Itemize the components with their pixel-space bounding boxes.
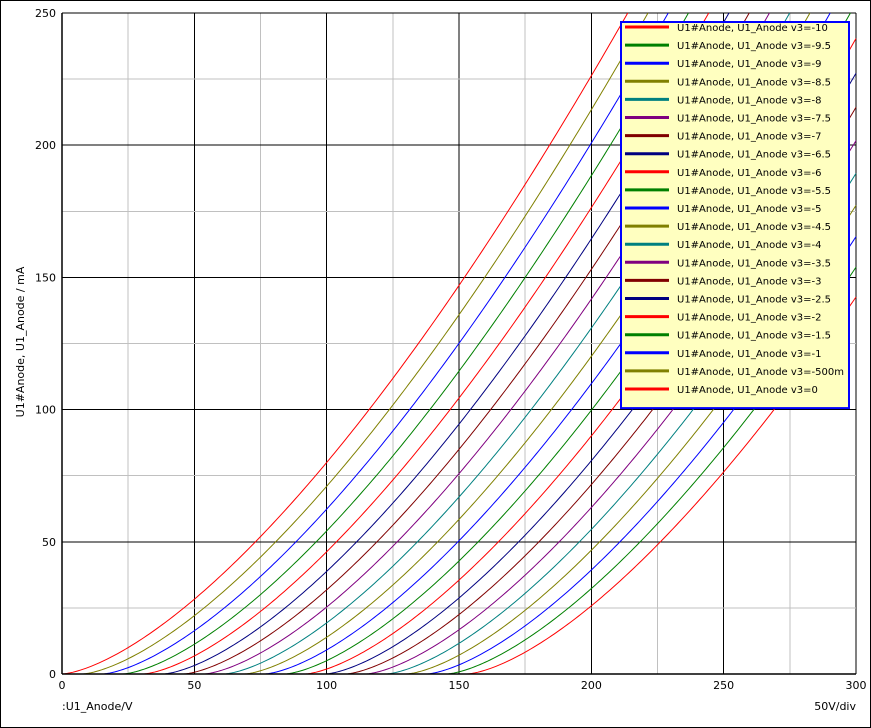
x-scale-note: 50V/div bbox=[814, 700, 856, 713]
legend-entry-4: U1#Anode, U1_Anode v3=-8 bbox=[677, 95, 822, 106]
y-axis-label: U1#Anode, U1_Anode / mA bbox=[14, 266, 27, 417]
y-tick-label: 50 bbox=[42, 536, 56, 549]
legend-entry-0: U1#Anode, U1_Anode v3=-10 bbox=[677, 23, 828, 34]
legend-entry-9: U1#Anode, U1_Anode v3=-5.5 bbox=[677, 186, 831, 197]
y-tick-label: 250 bbox=[35, 7, 56, 20]
legend-entry-12: U1#Anode, U1_Anode v3=-4 bbox=[677, 240, 822, 251]
legend-entry-10: U1#Anode, U1_Anode v3=-5 bbox=[677, 204, 822, 215]
legend-entry-15: U1#Anode, U1_Anode v3=-2.5 bbox=[677, 295, 831, 306]
legend-entry-5: U1#Anode, U1_Anode v3=-7.5 bbox=[677, 114, 831, 125]
legend-entry-16: U1#Anode, U1_Anode v3=-2 bbox=[677, 313, 822, 324]
legend-entry-3: U1#Anode, U1_Anode v3=-8.5 bbox=[677, 77, 831, 88]
x-tick-label: 200 bbox=[581, 679, 602, 692]
legend-entry-18: U1#Anode, U1_Anode v3=-1 bbox=[677, 349, 822, 360]
legend-entry-11: U1#Anode, U1_Anode v3=-4.5 bbox=[677, 222, 831, 233]
x-tick-label: 300 bbox=[846, 679, 867, 692]
y-tick-label: 150 bbox=[35, 271, 56, 284]
x-tick-label: 250 bbox=[713, 679, 734, 692]
legend-entry-1: U1#Anode, U1_Anode v3=-9.5 bbox=[677, 41, 831, 52]
legend-entry-14: U1#Anode, U1_Anode v3=-3 bbox=[677, 276, 822, 287]
legend-entry-13: U1#Anode, U1_Anode v3=-3.5 bbox=[677, 258, 831, 269]
x-tick-label: 150 bbox=[449, 679, 470, 692]
legend-entry-2: U1#Anode, U1_Anode v3=-9 bbox=[677, 59, 822, 70]
legend-entry-7: U1#Anode, U1_Anode v3=-6.5 bbox=[677, 150, 831, 161]
legend[interactable]: U1#Anode, U1_Anode v3=-10 U1#Anode, U1_An… bbox=[620, 21, 850, 410]
x-tick-label: 0 bbox=[59, 679, 66, 692]
tube-characteristic-chart: 0 50 100 150 200 250 300 0 50 100 150 200 250 :U1_An… bbox=[14, 7, 867, 713]
y-tick-label: 100 bbox=[35, 404, 56, 417]
x-axis-label: :U1_Anode/V bbox=[62, 700, 133, 713]
y-tick-label: 0 bbox=[49, 668, 56, 681]
legend-entry-20: U1#Anode, U1_Anode v3=0 bbox=[677, 385, 818, 396]
x-tick-label: 50 bbox=[187, 679, 201, 692]
legend-entry-17: U1#Anode, U1_Anode v3=-1.5 bbox=[677, 331, 831, 342]
legend-entry-6: U1#Anode, U1_Anode v3=-7 bbox=[677, 132, 822, 143]
x-tick-label: 100 bbox=[316, 679, 337, 692]
legend-entry-8: U1#Anode, U1_Anode v3=-6 bbox=[677, 168, 822, 179]
legend-entry-19: U1#Anode, U1_Anode v3=-500m bbox=[677, 367, 844, 378]
y-tick-label: 200 bbox=[35, 139, 56, 152]
